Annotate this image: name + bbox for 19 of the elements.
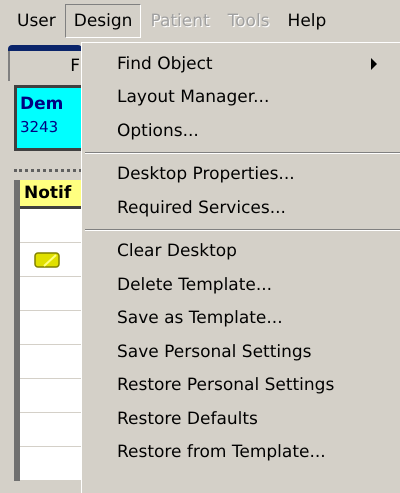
menu-item[interactable]: Layout Manager...	[82, 80, 400, 114]
patient-card[interactable]: Dem 3243	[14, 85, 82, 151]
column-header[interactable]: Notif	[20, 180, 82, 209]
menu-item[interactable]: Clear Desktop	[82, 234, 400, 268]
menu-item[interactable]: Restore Personal Settings	[82, 368, 400, 402]
menu-bar-item[interactable]: Design	[64, 4, 142, 38]
menu-bar-item[interactable]: User	[8, 4, 65, 38]
menu-item[interactable]: Desktop Properties...	[82, 158, 400, 191]
menu-item[interactable]: Delete Template...	[82, 268, 400, 302]
menu-item[interactable]: Find Object	[82, 47, 400, 80]
menu-item[interactable]: Restore Defaults	[82, 402, 400, 436]
menu-item[interactable]: Required Services...	[82, 191, 400, 224]
menu-bar-item[interactable]: Help	[278, 4, 336, 38]
patient-number: 3243	[20, 118, 60, 136]
menu-item[interactable]: Save as Template...	[82, 302, 400, 335]
menu-item[interactable]: Save Personal Settings	[82, 335, 400, 368]
menu-item[interactable]: Restore from Template...	[82, 436, 400, 469]
patient-name: Dem	[20, 94, 64, 114]
menu-item[interactable]: Options...	[82, 114, 400, 148]
